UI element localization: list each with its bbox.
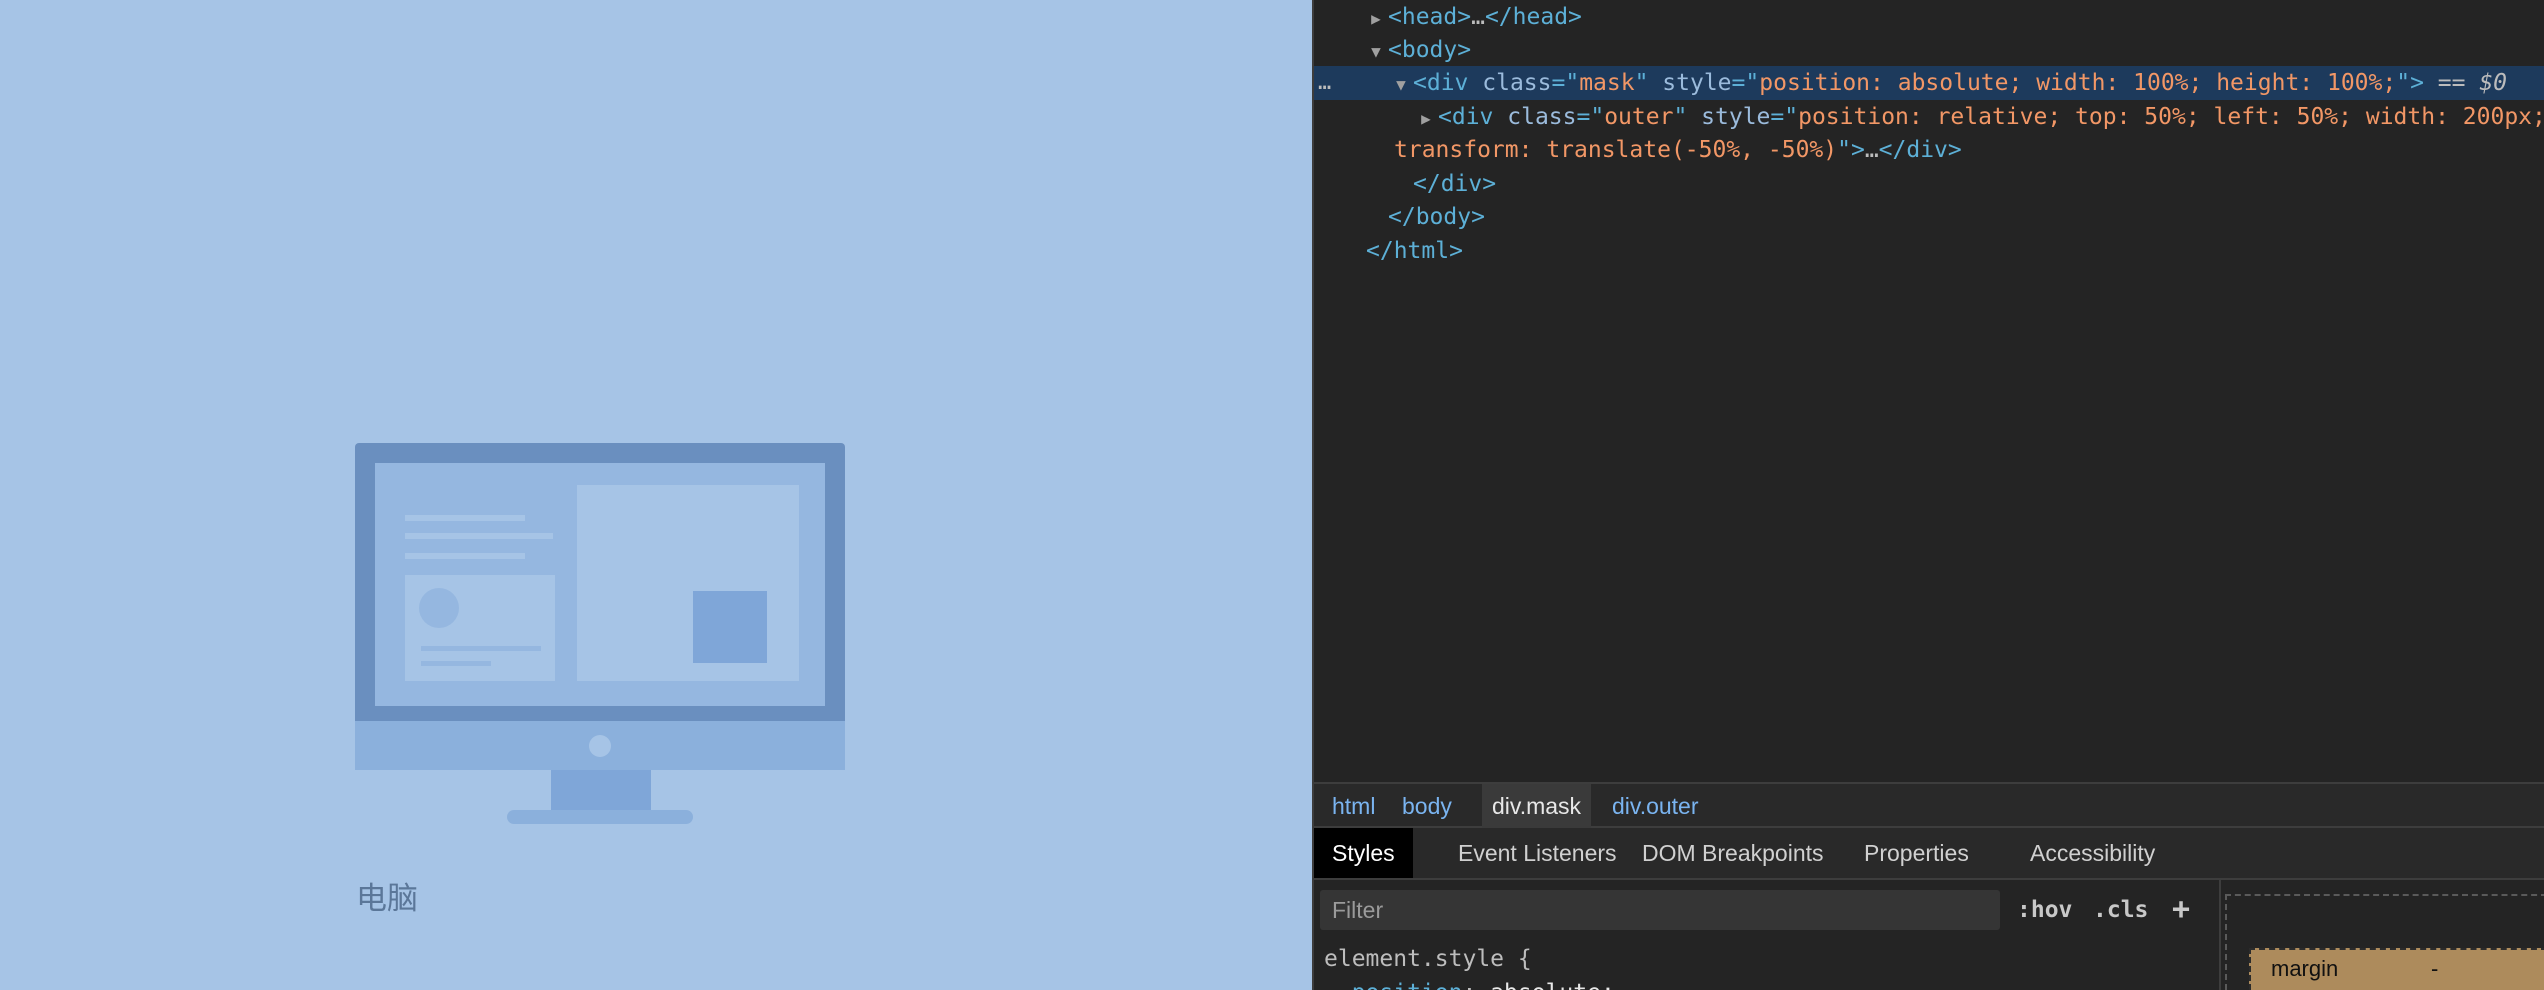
dom-token: </head> — [1484, 4, 1582, 30]
dom-token: </html> — [1366, 238, 1463, 264]
collapse-triangle-icon[interactable]: ▼ — [1389, 68, 1413, 102]
dom-token: =" — [1770, 104, 1799, 130]
dom-token: position: relative; top: 50%; left: 50%;… — [1798, 104, 2544, 130]
dom-token: <div — [1438, 104, 1508, 130]
dom-line-selected[interactable]: ▼ <div class="mask" style="position: abso… — [1314, 66, 2544, 100]
dom-token: </div> — [1413, 171, 1497, 197]
dom-token: class — [1482, 70, 1552, 96]
devtools-panel: ▶ <head>…</head> ▼ <body> ▼ <div class="mask"… — [1312, 0, 2544, 990]
dom-token: transform: translate(-50%, -50%) — [1394, 137, 1838, 163]
dom-line[interactable]: ▼ <body> — [1314, 33, 2544, 67]
dom-line[interactable]: </html> — [1314, 234, 2544, 268]
box-model-pane: margin - — [2219, 880, 2544, 990]
dom-token: outer — [1604, 104, 1674, 130]
dom-line[interactable]: ▶ <div class="outer" style="position: rel… — [1314, 100, 2544, 134]
expand-triangle-icon[interactable]: ▶ — [1364, 2, 1388, 36]
hov-toggle-button[interactable]: :hov — [2017, 890, 2072, 930]
dom-line[interactable]: transform: translate(-50%, -50%)">…</div… — [1314, 133, 2544, 167]
dom-token: == $0 — [2423, 70, 2508, 96]
breadcrumb: html body div.mask div.outer — [1314, 782, 2544, 828]
dom-line[interactable]: </div> — [1314, 167, 2544, 201]
dom-token: =" — [1731, 70, 1760, 96]
box-model-margin[interactable]: margin - — [2249, 948, 2544, 990]
dom-token: <div — [1413, 70, 1483, 96]
rule-selector: element.style { — [1324, 946, 1532, 972]
cls-toggle-button[interactable]: .cls — [2093, 890, 2148, 930]
dom-token: "> — [1837, 137, 1865, 163]
margin-label: margin — [2271, 956, 2339, 981]
dom-token: position: absolute; width: 100%; height:… — [1759, 70, 2397, 96]
rule-value[interactable]: absolute; — [1490, 980, 1615, 990]
page-area: 电脑 — [0, 0, 1312, 990]
new-style-rule-button[interactable]: + — [2172, 890, 2190, 930]
dom-token: " — [1673, 104, 1702, 130]
dom-token: style — [1662, 70, 1732, 96]
dom-token: </body> — [1388, 204, 1485, 230]
dom-token: … — [1864, 137, 1879, 163]
more-options-icon[interactable]: … — [1318, 66, 1331, 100]
breadcrumb-item[interactable]: div.outer — [1602, 784, 1709, 828]
tab-accessibility[interactable]: Accessibility — [2012, 828, 2173, 878]
dom-token: =" — [1551, 70, 1580, 96]
dom-token: =" — [1576, 104, 1605, 130]
dom-token: class — [1507, 104, 1577, 130]
dom-token: <body> — [1388, 37, 1472, 63]
dom-token: " — [1634, 70, 1663, 96]
tab-properties[interactable]: Properties — [1846, 828, 1987, 878]
breadcrumb-item[interactable]: body — [1392, 784, 1462, 828]
dom-line[interactable]: ▶ <head>…</head> — [1314, 0, 2544, 34]
tab-styles[interactable]: Styles — [1314, 828, 1413, 878]
dom-token: style — [1701, 104, 1771, 130]
collapse-triangle-icon[interactable]: ▼ — [1364, 35, 1388, 69]
tab-dom-breakpoints[interactable]: DOM Breakpoints — [1624, 828, 1842, 878]
styles-filter-input[interactable]: Filter — [1320, 890, 2000, 930]
dom-token: <head> — [1388, 4, 1472, 30]
breadcrumb-item[interactable]: html — [1322, 784, 1385, 828]
dom-token: mask — [1579, 70, 1635, 96]
dom-token: </div> — [1878, 137, 1962, 163]
devtools-tabs: Styles Event Listeners DOM Breakpoints Prop… — [1314, 828, 2544, 880]
dom-line[interactable]: </body> — [1314, 200, 2544, 234]
dom-token: "> — [2396, 70, 2424, 96]
margin-value[interactable]: - — [2431, 950, 2438, 988]
expand-triangle-icon[interactable]: ▶ — [1414, 102, 1438, 136]
rule-property[interactable]: position — [1352, 980, 1463, 990]
tab-event-listeners[interactable]: Event Listeners — [1440, 828, 1635, 878]
dom-token: … — [1471, 4, 1485, 30]
computer-label: 电脑 — [356, 881, 418, 917]
element-style-rule: element.style { position: absolute; — [1324, 942, 1615, 990]
desktop-computer-icon — [355, 443, 845, 828]
styles-pane: Filter :hov .cls + element.style { posit… — [1314, 880, 2219, 990]
breadcrumb-item[interactable]: div.mask — [1482, 784, 1592, 828]
dom-tree[interactable]: ▶ <head>…</head> ▼ <body> ▼ <div class="mask"… — [1314, 0, 2544, 780]
